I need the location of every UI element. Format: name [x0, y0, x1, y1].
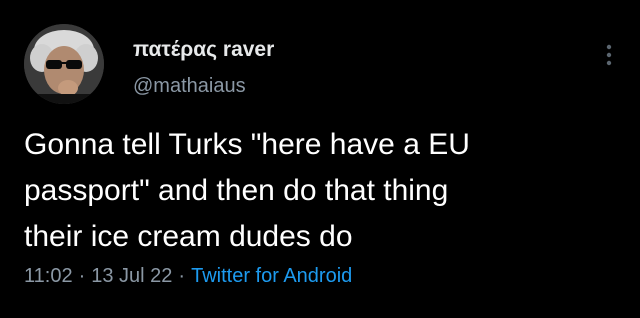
avatar-image — [24, 24, 104, 104]
tweet-source-link[interactable]: Twitter for Android — [191, 265, 352, 287]
tweet-meta: 11:02 · 13 Jul 22 · Twitter for Android — [24, 265, 352, 288]
tweet-card: πατέρας raver @mathaiaus Gonna tell Turk… — [0, 0, 640, 318]
more-vertical-icon[interactable] — [592, 38, 626, 72]
display-name[interactable]: πατέρας raver — [133, 38, 274, 62]
user-handle[interactable]: @mathaiaus — [133, 75, 246, 98]
meta-separator: · — [178, 265, 186, 287]
tweet-date[interactable]: 13 Jul 22 — [91, 265, 172, 287]
tweet-time[interactable]: 11:02 — [24, 265, 73, 287]
avatar[interactable] — [24, 24, 104, 104]
tweet-text: Gonna tell Turks "here have a EU passpor… — [24, 128, 470, 253]
meta-separator: · — [78, 265, 86, 287]
